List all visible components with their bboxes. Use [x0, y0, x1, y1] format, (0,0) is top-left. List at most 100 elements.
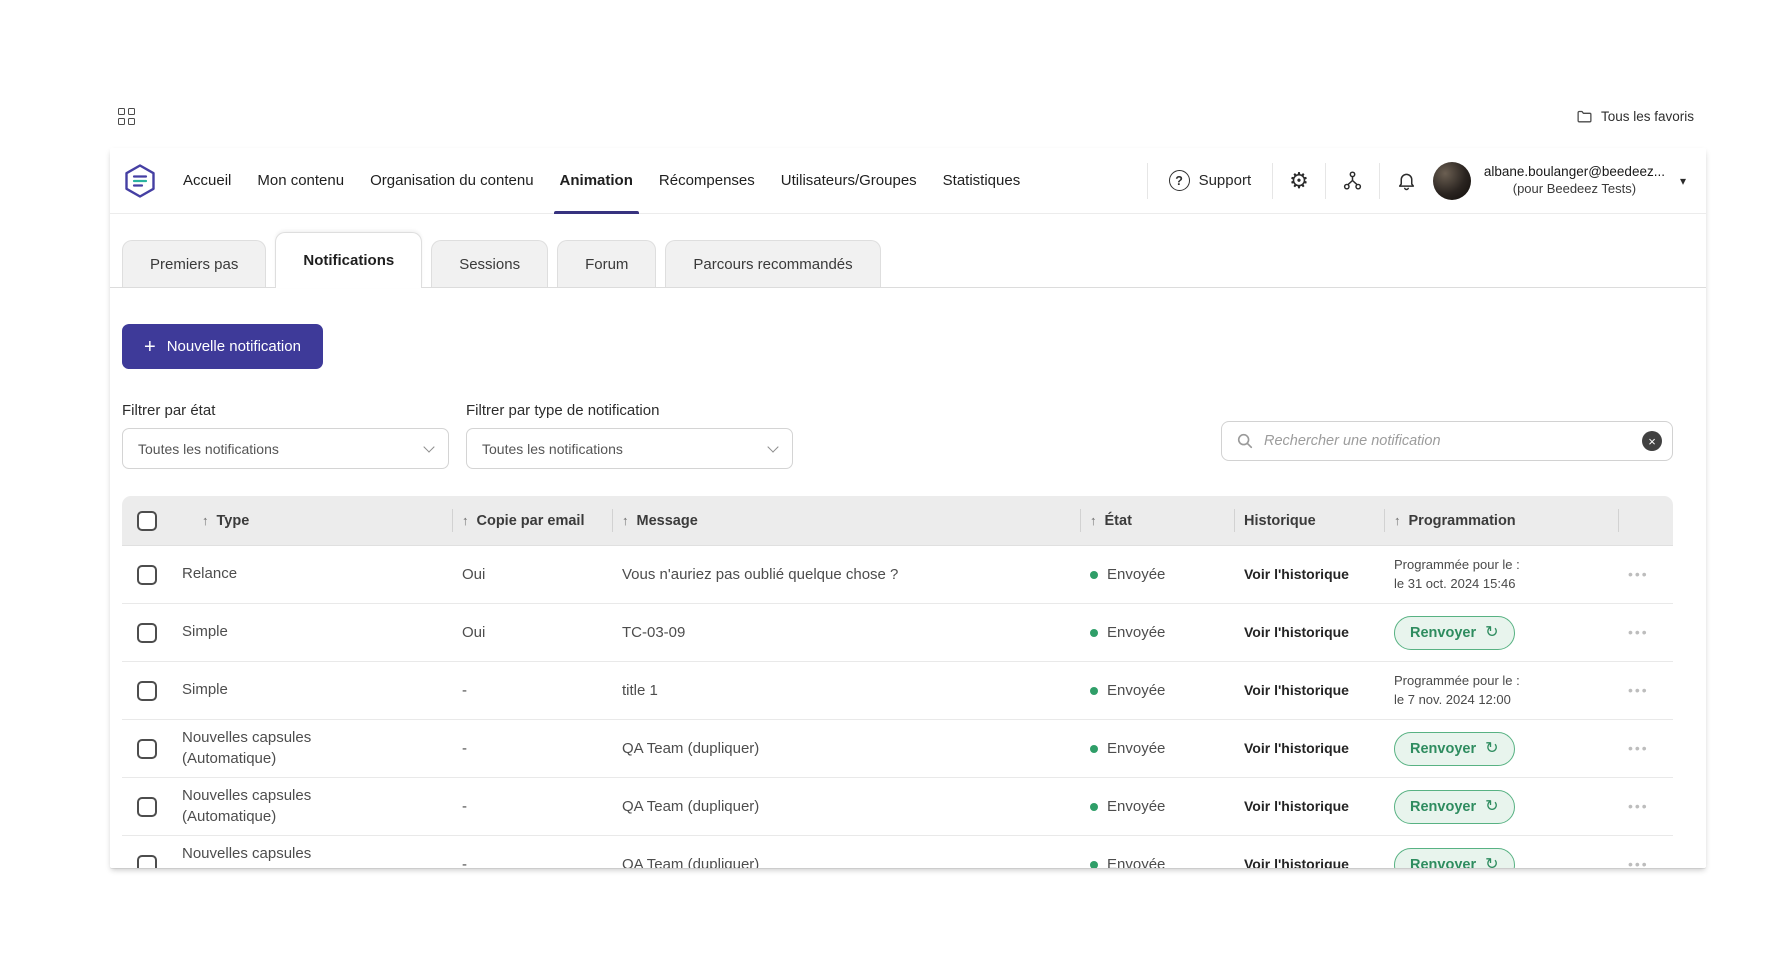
row-actions-menu[interactable]: ••• — [1628, 740, 1649, 756]
row-checkbox[interactable] — [137, 565, 157, 585]
view-history-link[interactable]: Voir l'historique — [1244, 566, 1349, 582]
column-header-message[interactable]: ↑ Message — [612, 496, 1080, 545]
nav-item-utilisateurs-groupes[interactable]: Utilisateurs/Groupes — [768, 148, 930, 214]
resend-button[interactable]: Renvoyer↻ — [1394, 732, 1515, 766]
chevron-down-icon — [767, 441, 778, 452]
resend-button[interactable]: Renvoyer↻ — [1394, 790, 1515, 824]
row-checkbox[interactable] — [137, 855, 157, 869]
resend-button[interactable]: Renvoyer↻ — [1394, 616, 1515, 650]
app-window: Accueil Mon contenu Organisation du cont… — [110, 148, 1706, 868]
nav-item-organisation-du-contenu[interactable]: Organisation du contenu — [357, 148, 546, 214]
new-notification-button[interactable]: + Nouvelle notification — [122, 324, 323, 369]
divider — [1147, 163, 1148, 199]
help-icon: ? — [1169, 170, 1190, 191]
row-checkbox[interactable] — [137, 681, 157, 701]
row-actions-menu[interactable]: ••• — [1628, 798, 1649, 814]
nav-item-statistiques[interactable]: Statistiques — [930, 148, 1034, 214]
tab-premiers-pas[interactable]: Premiers pas — [122, 240, 266, 287]
nav-item-accueil[interactable]: Accueil — [170, 148, 244, 214]
refresh-icon: ↻ — [1485, 741, 1498, 757]
sort-icon: ↑ — [1090, 513, 1097, 528]
row-actions-menu[interactable]: ••• — [1628, 566, 1649, 582]
sort-icon: ↑ — [1394, 513, 1401, 528]
divider — [1272, 163, 1273, 199]
cell-state: Envoyée — [1080, 798, 1234, 815]
cell-programmation: Programmée pour le :le 7 nov. 2024 12:00 — [1394, 672, 1608, 710]
tab-parcours-recommandes[interactable]: Parcours recommandés — [665, 240, 880, 287]
cell-copy-email: - — [452, 682, 612, 699]
search-field: × — [1221, 421, 1673, 461]
table-row: Nouvelles capsules(Automatique) - QA Tea… — [122, 720, 1673, 778]
row-actions-menu[interactable]: ••• — [1628, 682, 1649, 698]
column-header-programmation[interactable]: ↑ Programmation — [1384, 496, 1618, 545]
column-header-etat[interactable]: ↑ État — [1080, 496, 1234, 545]
cell-copy-email: - — [452, 740, 612, 757]
column-header-historique[interactable]: Historique — [1234, 496, 1384, 545]
cell-state: Envoyée — [1080, 566, 1234, 583]
cell-copy-email: Oui — [452, 624, 612, 641]
table-row: Nouvelles capsules(Automatique) - QA Tea… — [122, 778, 1673, 836]
tab-forum[interactable]: Forum — [557, 240, 656, 287]
cell-type: Relance — [172, 564, 452, 584]
chevron-down-icon — [423, 441, 434, 452]
cell-type: Simple — [172, 680, 452, 700]
resend-button[interactable]: Renvoyer↻ — [1394, 848, 1515, 869]
cell-state: Envoyée — [1080, 740, 1234, 757]
folder-icon — [1576, 108, 1593, 125]
table-header-row: ↑ Type ↑ Copie par email ↑ Message ↑ Éta… — [122, 496, 1673, 546]
nav-item-mon-contenu[interactable]: Mon contenu — [244, 148, 357, 214]
sort-icon: ↑ — [202, 513, 209, 528]
cell-message: QA Team (dupliquer) — [612, 740, 1080, 757]
status-dot — [1090, 571, 1098, 579]
account-info[interactable]: albane.boulanger@beedeez... (pour Beedee… — [1484, 163, 1665, 197]
cell-message: TC-03-09 — [612, 624, 1080, 641]
notifications-bell-icon[interactable] — [1393, 167, 1420, 194]
filter-type-select[interactable]: Toutes les notifications — [466, 428, 793, 469]
divider — [1379, 163, 1380, 199]
cell-type: Nouvelles capsules(Automatique) — [172, 728, 452, 769]
user-avatar[interactable] — [1433, 162, 1471, 200]
refresh-icon: ↻ — [1485, 625, 1498, 641]
view-history-link[interactable]: Voir l'historique — [1244, 740, 1349, 756]
sort-icon: ↑ — [622, 513, 629, 528]
column-header-type[interactable]: ↑ Type — [172, 496, 452, 545]
row-actions-menu[interactable]: ••• — [1628, 624, 1649, 640]
row-checkbox[interactable] — [137, 623, 157, 643]
support-button[interactable]: ? Support — [1161, 170, 1260, 191]
filter-state-select[interactable]: Toutes les notifications — [122, 428, 449, 469]
filter-type-label: Filtrer par type de notification — [466, 402, 793, 419]
clear-search-icon[interactable]: × — [1642, 431, 1662, 451]
status-dot — [1090, 687, 1098, 695]
account-chevron-down-icon[interactable]: ▾ — [1678, 172, 1688, 190]
view-history-link[interactable]: Voir l'historique — [1244, 798, 1349, 814]
search-input[interactable] — [1264, 433, 1632, 449]
column-header-copie-par-email[interactable]: ↑ Copie par email — [452, 496, 612, 545]
beedeez-logo-icon[interactable] — [122, 163, 158, 199]
cell-type: Nouvelles capsules(Automatique) — [172, 844, 452, 868]
nav-item-animation[interactable]: Animation — [547, 148, 646, 214]
view-history-link[interactable]: Voir l'historique — [1244, 856, 1349, 868]
row-actions-menu[interactable]: ••• — [1628, 856, 1649, 868]
search-icon — [1236, 432, 1254, 450]
refresh-icon: ↻ — [1485, 857, 1498, 869]
row-checkbox[interactable] — [137, 797, 157, 817]
table-row: Relance Oui Vous n'auriez pas oublié que… — [122, 546, 1673, 604]
status-dot — [1090, 803, 1098, 811]
cell-state: Envoyée — [1080, 856, 1234, 868]
navbar-right: ? Support ⚙ albane.boulanger@beedeez... — [1147, 148, 1688, 214]
notifications-table: ↑ Type ↑ Copie par email ↑ Message ↑ Éta… — [122, 496, 1673, 868]
all-bookmarks-button[interactable]: Tous les favoris — [1576, 108, 1694, 125]
row-checkbox[interactable] — [137, 739, 157, 759]
filters-row: Filtrer par état Toutes les notification… — [122, 402, 1673, 469]
tab-sessions[interactable]: Sessions — [431, 240, 548, 287]
tab-notifications[interactable]: Notifications — [275, 232, 422, 288]
nav-item-recompenses[interactable]: Récompenses — [646, 148, 768, 214]
hierarchy-icon[interactable] — [1339, 167, 1366, 194]
select-all-checkbox[interactable] — [137, 511, 157, 531]
plus-icon: + — [144, 337, 156, 357]
settings-gear-icon[interactable]: ⚙ — [1286, 167, 1312, 195]
view-history-link[interactable]: Voir l'historique — [1244, 624, 1349, 640]
apps-grid-icon[interactable] — [118, 108, 135, 125]
view-history-link[interactable]: Voir l'historique — [1244, 682, 1349, 698]
refresh-icon: ↻ — [1485, 799, 1498, 815]
